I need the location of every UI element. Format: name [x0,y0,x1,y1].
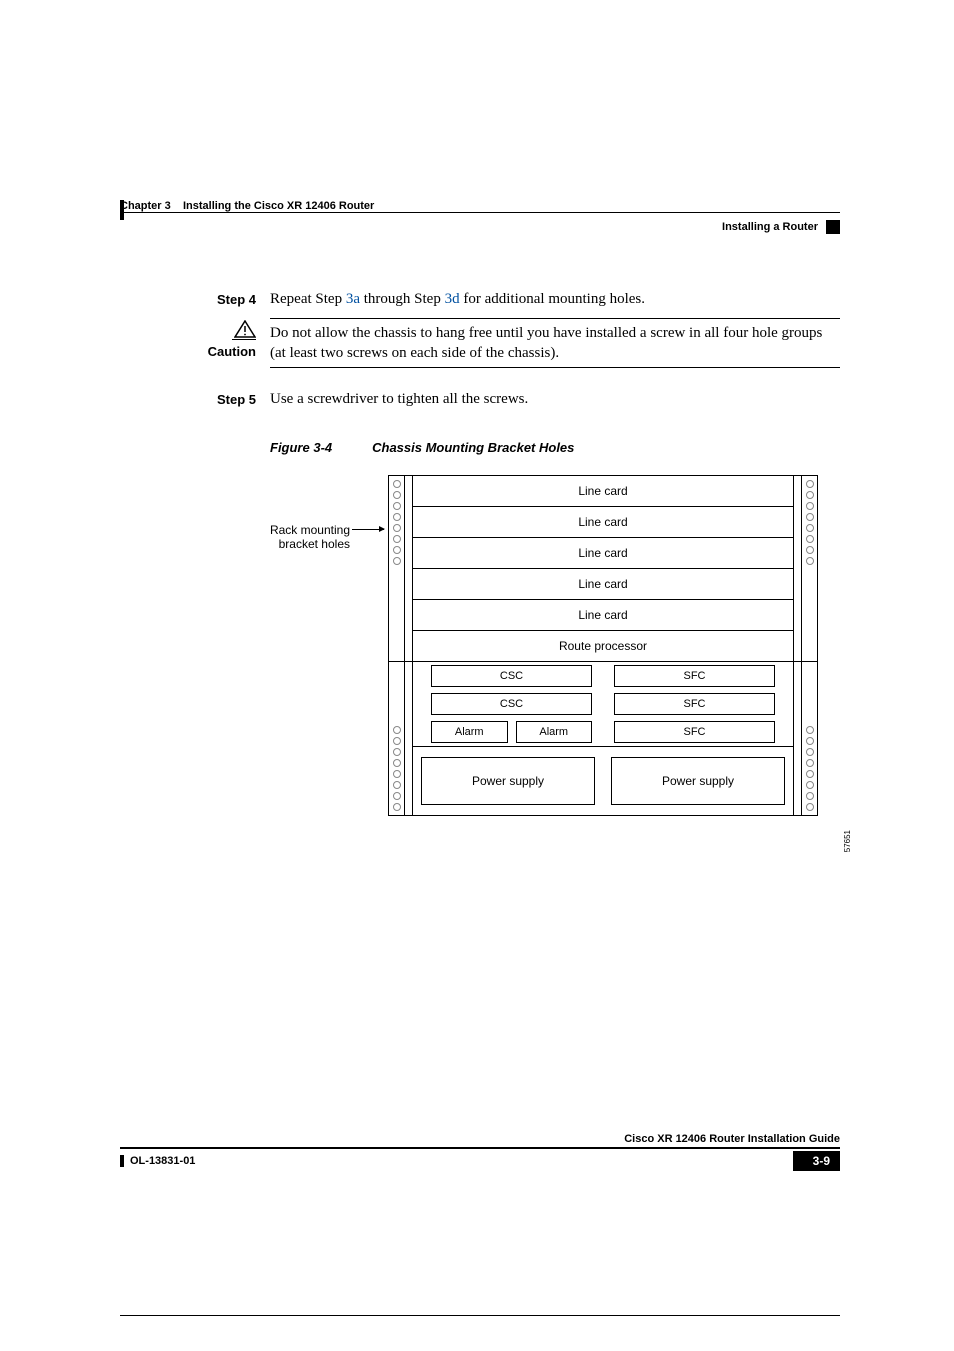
figure-caption-row: Figure 3-4 Chassis Mounting Bracket Hole… [120,440,840,455]
step-5-row: Step 5 Use a screwdriver to tighten all … [120,390,840,410]
callout-label: Rack mounting bracket holes [250,523,350,552]
figure-title: Chassis Mounting Bracket Holes [372,440,574,455]
figure-id: 57651 [843,830,852,852]
left-holes-top [392,480,402,565]
footer-bar [120,1155,124,1167]
step-5-label: Step 5 [120,390,270,410]
footer-doc-number: OL-13831-01 [130,1155,195,1167]
footer-left: OL-13831-01 [120,1155,195,1167]
left-rail [389,476,405,661]
caution-text-col: Do not allow the chassis to hang free un… [270,318,840,369]
right-holes-bot [805,726,815,811]
sfc-2: SFC [614,693,775,715]
switch-row: CSC CSC Alarm Alarm SFC SFC [413,662,793,746]
left-inner-rail-2 [405,662,413,815]
step-4-row: Step 4 Repeat Step 3a through Step 3d fo… [120,290,840,310]
upper-section: Line card Line card Line card Line card … [389,476,817,661]
caution-text: Do not allow the chassis to hang free un… [270,323,840,364]
caution-rule-top [270,318,840,319]
chapter-number: Chapter 3 [120,200,171,212]
header-chapter: Chapter 3 Installing the Cisco XR 12406 … [120,200,374,212]
csc-1: CSC [431,665,592,687]
right-rail [801,476,817,661]
link-3d[interactable]: 3d [445,291,460,307]
section-end-rule [120,1315,840,1316]
line-card-2: Line card [413,507,793,538]
link-3a[interactable]: 3a [346,291,360,307]
line-card-3: Line card [413,538,793,569]
line-card-5: Line card [413,600,793,631]
caution-rule-bottom [270,367,840,368]
power-supply-row: Power supply Power supply [413,746,793,815]
footer-row: OL-13831-01 3-9 [120,1151,840,1171]
section-title: Installing a Router [722,221,818,233]
chassis: Line card Line card Line card Line card … [388,475,818,816]
card-slots: Line card Line card Line card Line card … [413,476,793,661]
step4-post: for additional mounting holes. [460,291,645,307]
alarm-2: Alarm [516,721,593,743]
right-switch-col: SFC SFC SFC [610,662,779,746]
switch-and-ps: CSC CSC Alarm Alarm SFC SFC [413,662,793,815]
csc-2: CSC [431,693,592,715]
sfc-1: SFC [614,665,775,687]
step4-mid: through Step [360,291,445,307]
header-marker [826,220,840,234]
header-rule [120,212,840,213]
callout-arrow [352,529,384,530]
caution-icon-underline [232,339,256,340]
line-card-4: Line card [413,569,793,600]
caution-block: Caution Do not allow the chassis to hang… [120,318,840,369]
callout-line2: bracket holes [250,537,350,551]
caution-icon [234,320,256,338]
caution-label-col: Caution [120,318,270,369]
step-4-text: Repeat Step 3a through Step 3d for addit… [270,290,840,310]
figure-number: Figure 3-4 [270,440,332,455]
footer-guide-title: Cisco XR 12406 Router Installation Guide [120,1133,840,1149]
right-rail-2 [801,662,817,815]
alarm-1: Alarm [431,721,508,743]
caution-label: Caution [120,344,256,359]
left-holes-bot [392,726,402,811]
step-4-label: Step 4 [120,290,270,310]
callout-line1: Rack mounting [250,523,350,537]
page-number-badge: 3-9 [793,1151,840,1171]
line-card-1: Line card [413,476,793,507]
power-supply-1: Power supply [421,757,595,805]
chapter-title: Installing the Cisco XR 12406 Router [183,200,374,212]
right-holes-top [805,480,815,565]
left-switch-col: CSC CSC Alarm Alarm [427,662,596,746]
figure-diagram: Rack mounting bracket holes Line card [270,475,840,895]
page-footer: Cisco XR 12406 Router Installation Guide… [120,1133,840,1171]
right-inner-rail [793,476,801,661]
power-supply-2: Power supply [611,757,785,805]
right-inner-rail-2 [793,662,801,815]
left-rail-2 [389,662,405,815]
header-right: Installing a Router [722,220,840,234]
sfc-3: SFC [614,721,775,743]
left-inner-rail [405,476,413,661]
step4-pre: Repeat Step [270,291,346,307]
step-5-text: Use a screwdriver to tighten all the scr… [270,390,840,410]
route-processor: Route processor [413,631,793,661]
switch-section: CSC CSC Alarm Alarm SFC SFC [389,661,817,815]
alarm-row: Alarm Alarm [427,718,596,746]
